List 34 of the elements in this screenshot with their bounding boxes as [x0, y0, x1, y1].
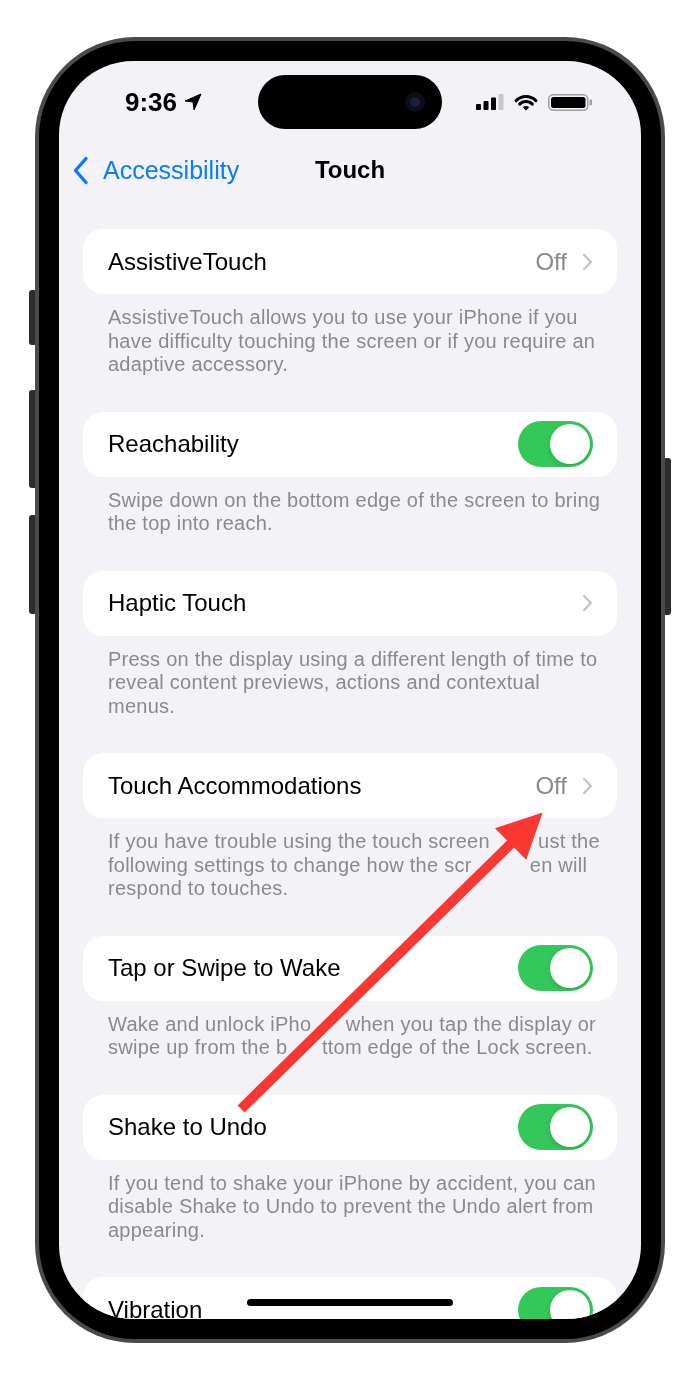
row-label: Touch Accommodations: [108, 773, 362, 798]
row-value: Off: [535, 773, 567, 798]
settings-row[interactable]: AssistiveTouch Off: [83, 229, 617, 294]
camera-lens-icon: [405, 92, 425, 112]
row-value: Off: [535, 249, 567, 274]
battery-icon: [548, 93, 593, 111]
wifi-icon: [514, 93, 538, 111]
footer-text: Wake and unlock iPho when you tap the display or swipe up from the b ttom edge of the Lock screen.: [107, 1012, 598, 1060]
footer-text: AssistiveTouch allows you to use your iPhone if you have difficulty touching the screen or if you require an adaptive accessory.: [107, 306, 597, 377]
nav-title: Touch: [314, 158, 386, 182]
row-label: Haptic Touch: [108, 591, 247, 615]
toggle-switch[interactable]: [518, 945, 593, 991]
signal-bars-icon: [476, 94, 504, 110]
footer-text: If you tend to shake your iPhone by accident, you can disable Shake to Undo to prevent the Undo alert from appearing.: [107, 1171, 597, 1242]
chevron-right-icon: [582, 776, 593, 795]
footer-text: Swipe down on the bottom edge of the screen to bring the top into reach.: [107, 488, 602, 536]
row-label: Tap or Swipe to Wake: [108, 956, 341, 980]
row-label: Reachability: [108, 432, 239, 456]
footer-text: Press on the display using a different length of time to reveal content previews, actions and contextual menus.: [107, 647, 599, 718]
back-button[interactable]: Accessibility: [72, 155, 240, 185]
settings-row[interactable]: Haptic Touch: [83, 570, 617, 636]
row-label: Vibration: [108, 1297, 203, 1319]
chevron-right-icon: [582, 594, 593, 612]
footer-text: If you have trouble using the touch screen ust the following settings to change how the scr en will respond to touches.: [107, 830, 601, 901]
row-label: Shake to Undo: [108, 1115, 267, 1139]
settings-row[interactable]: Touch Accommodations Off: [83, 753, 617, 818]
status-time: 9:36: [124, 89, 177, 115]
toggle-switch[interactable]: [518, 1104, 593, 1150]
toggle-switch[interactable]: [518, 1286, 593, 1319]
location-arrow-icon: [184, 93, 202, 111]
back-chevron-icon: [72, 155, 89, 185]
row-label: AssistiveTouch: [108, 249, 267, 274]
toggle-switch[interactable]: [518, 421, 593, 467]
chevron-right-icon: [582, 252, 593, 271]
